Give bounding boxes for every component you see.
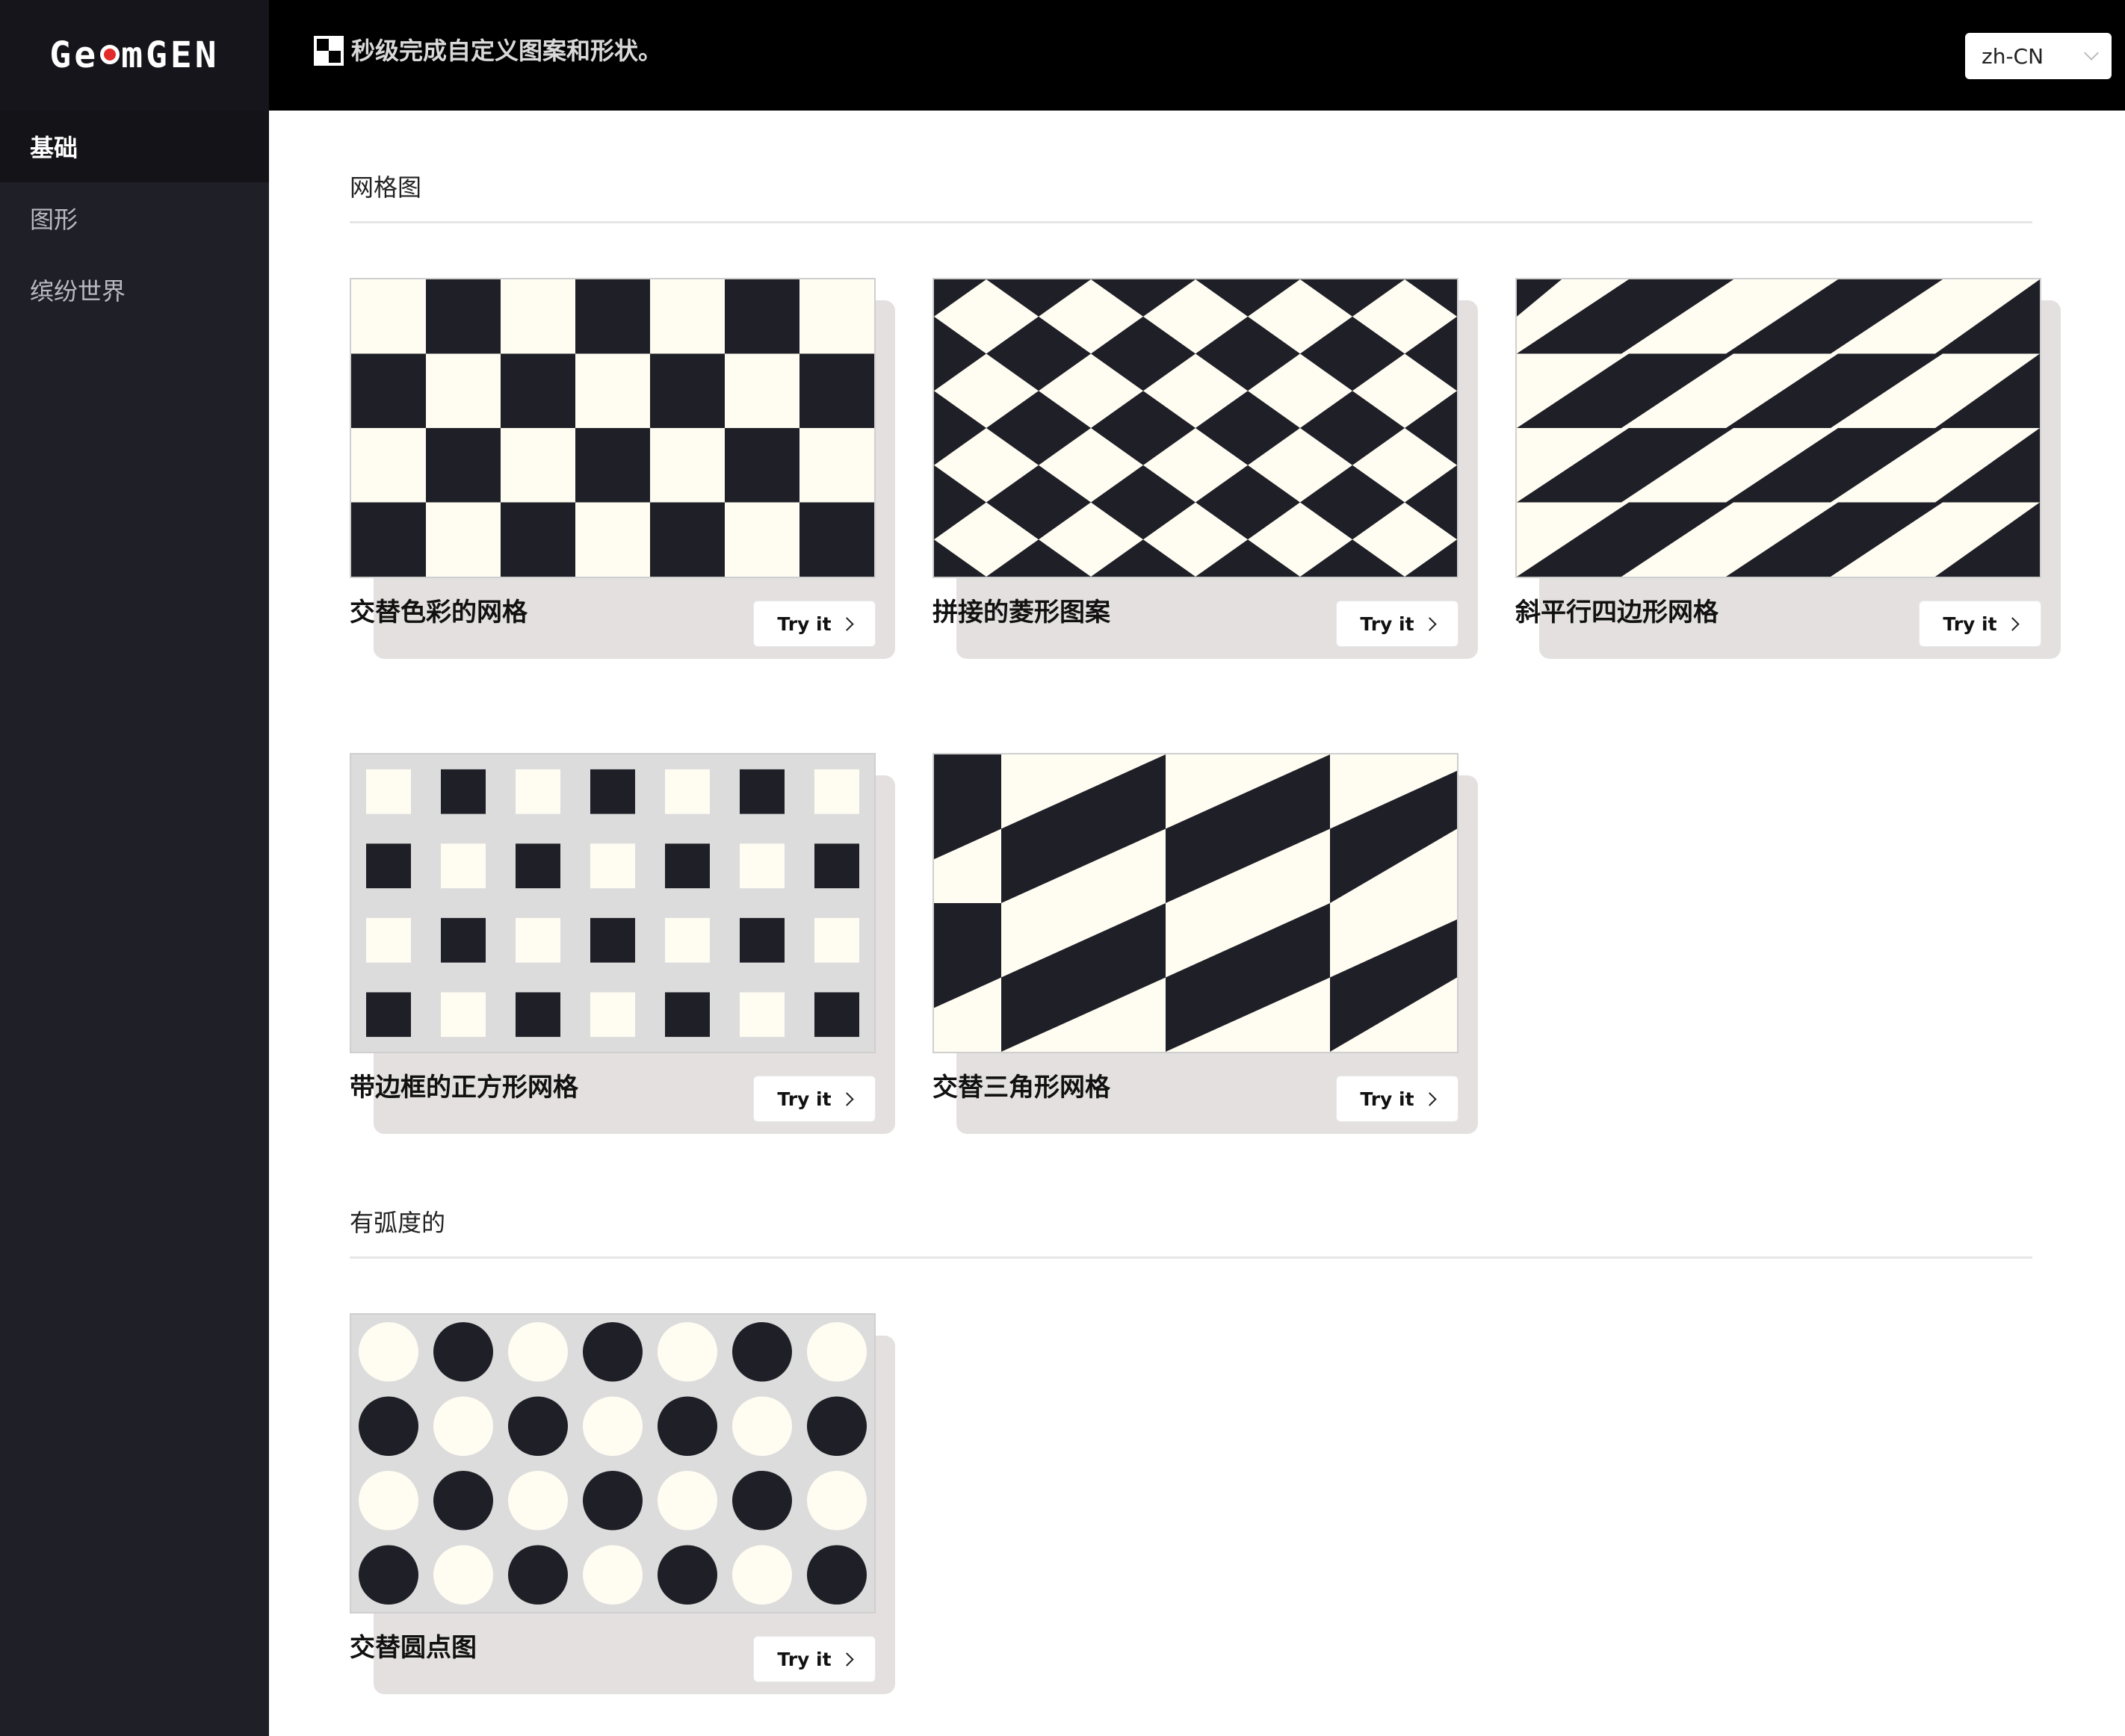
try-it-label: Try it (777, 1088, 832, 1110)
try-it-label: Try it (777, 1648, 832, 1670)
language-select[interactable]: zh-CN (1965, 33, 2112, 79)
chevron-right-icon (839, 616, 854, 631)
top-header: 秒级完成自定义图案和形状。 zh-CN (269, 0, 2125, 111)
section-title-grids: 网格图 (350, 173, 422, 202)
section-title-curved: 有弧度的 (350, 1209, 446, 1237)
try-it-label: Try it (1360, 1088, 1414, 1110)
checkerboard-preview[interactable] (350, 278, 876, 578)
bordered-squares-pattern (351, 754, 874, 1052)
try-it-button[interactable]: Try it (1919, 601, 2041, 647)
section-divider (350, 1256, 2032, 1259)
header-tagline: 秒级完成自定义图案和形状。 (351, 37, 663, 65)
chevron-right-icon (1422, 616, 1437, 631)
section-divider (350, 221, 2032, 223)
pattern-icon (314, 36, 344, 66)
sidebar-item-colorful-world[interactable]: 缤纷世界 (0, 254, 269, 326)
parallelogram-preview[interactable] (1515, 278, 2041, 578)
triangles-preview[interactable] (932, 753, 1459, 1053)
try-it-label: Try it (1360, 613, 1414, 635)
try-it-button[interactable]: Try it (753, 1636, 876, 1682)
sidebar-item-label: 缤纷世界 (30, 277, 126, 306)
chevron-down-icon (2084, 46, 2099, 61)
card-title: 交替圆点图 (350, 1633, 477, 1663)
diamond-pattern (934, 279, 1457, 577)
try-it-button[interactable]: Try it (753, 601, 876, 647)
triangles-pattern (934, 754, 1457, 1052)
sidebar-item-shapes[interactable]: 图形 (0, 182, 269, 254)
chevron-right-icon (839, 1091, 854, 1106)
sidebar-item-basics[interactable]: 基础 (0, 111, 269, 182)
diamond-preview[interactable] (932, 278, 1459, 578)
try-it-button[interactable]: Try it (1336, 601, 1459, 647)
card-title: 斜平行四边形网格 (1515, 598, 1719, 627)
sidebar-item-label: 图形 (30, 205, 78, 234)
logo-text: Ge mGEN (49, 34, 219, 76)
card-title: 带边框的正方形网格 (350, 1073, 578, 1103)
pattern-card: 带边框的正方形网格 Try it (350, 753, 895, 1156)
logo-part-left: Ge (49, 34, 99, 76)
sidebar: Ge mGEN 基础 图形 缤纷世界 (0, 0, 269, 1736)
dots-preview[interactable] (350, 1313, 876, 1613)
sidebar-item-label: 基础 (30, 134, 78, 162)
pattern-card: 拼接的菱形图案 Try it (932, 278, 1478, 681)
try-it-label: Try it (1943, 613, 1997, 635)
pattern-card: 交替圆点图 Try it (350, 1313, 895, 1717)
card-title: 交替色彩的网格 (350, 598, 528, 627)
chevron-right-icon (2005, 616, 2020, 631)
pattern-card: 斜平行四边形网格 Try it (1515, 278, 2061, 681)
try-it-label: Try it (777, 613, 832, 635)
card-title: 交替三角形网格 (932, 1073, 1110, 1103)
logo[interactable]: Ge mGEN (0, 0, 269, 111)
logo-dot-icon (100, 45, 120, 64)
card-title: 拼接的菱形图案 (932, 598, 1110, 627)
try-it-button[interactable]: Try it (753, 1076, 876, 1122)
bordered-squares-preview[interactable] (350, 753, 876, 1053)
logo-part-right: mGEN (121, 34, 220, 76)
checkerboard-pattern (351, 279, 874, 577)
pattern-card: 交替三角形网格 Try it (932, 753, 1478, 1156)
parallelogram-pattern (1517, 279, 2040, 577)
chevron-right-icon (839, 1652, 854, 1667)
chevron-right-icon (1422, 1091, 1437, 1106)
dots-pattern (351, 1315, 874, 1612)
try-it-button[interactable]: Try it (1336, 1076, 1459, 1122)
language-select-value: zh-CN (1982, 43, 2044, 69)
pattern-card: 交替色彩的网格 Try it (350, 278, 895, 681)
